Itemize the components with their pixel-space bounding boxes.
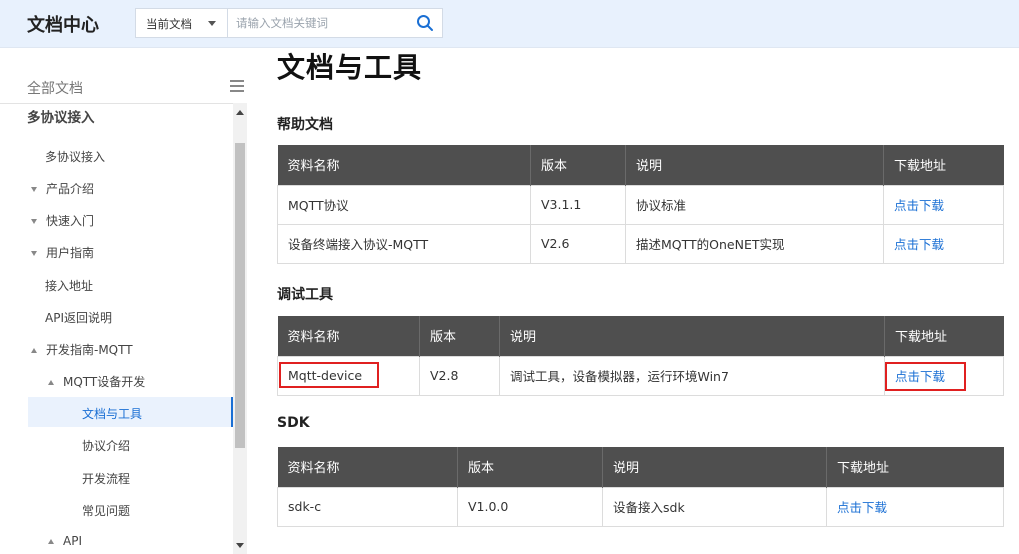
column-header-name: 资料名称 bbox=[277, 145, 531, 185]
cell-version: V3.1.1 bbox=[530, 184, 626, 225]
download-link[interactable]: 点击下载 bbox=[837, 500, 887, 515]
download-link[interactable]: 点击下载 bbox=[895, 369, 945, 384]
sidebar-item-quickstart[interactable]: 快速入门 bbox=[31, 212, 94, 229]
main-content: 文档与工具 帮助文档 资料名称 版本 说明 下载地址 MQTT协议 V3.1.1… bbox=[247, 48, 1019, 554]
chevron-down-icon bbox=[208, 21, 216, 26]
site-logo[interactable]: 文档中心 bbox=[27, 11, 99, 37]
column-header-name: 资料名称 bbox=[277, 316, 420, 356]
sdk-table: 资料名称 版本 说明 下载地址 sdk-c V1.0.0 设备接入sdk 点击下… bbox=[277, 447, 1004, 527]
caret-up-icon bbox=[31, 348, 37, 353]
scroll-up-arrow-icon[interactable] bbox=[236, 110, 244, 115]
cell-desc: 描述MQTT的OneNET实现 bbox=[625, 223, 884, 264]
menu-icon[interactable] bbox=[230, 80, 244, 92]
sidebar: 全部文档 多协议接入 多协议接入 产品介绍 快速入门 用户指南 接入地址 API… bbox=[0, 48, 247, 554]
section-title-sdk: SDK bbox=[277, 415, 310, 431]
search-scope-dropdown[interactable]: 当前文档 bbox=[136, 9, 228, 37]
download-link[interactable]: 点击下载 bbox=[894, 237, 944, 252]
cell-desc: 协议标准 bbox=[625, 184, 884, 225]
table-header-row: 资料名称 版本 说明 下载地址 bbox=[277, 447, 1004, 487]
column-header-desc: 说明 bbox=[499, 316, 885, 356]
sidebar-tree: 多协议接入 多协议接入 产品介绍 快速入门 用户指南 接入地址 API返回说明 … bbox=[0, 103, 233, 554]
sidebar-item-dev-guide-mqtt[interactable]: 开发指南-MQTT bbox=[31, 341, 133, 358]
sidebar-heading[interactable]: 全部文档 bbox=[27, 78, 83, 98]
sidebar-item-user-guide[interactable]: 用户指南 bbox=[31, 244, 94, 261]
sidebar-scrollbar[interactable] bbox=[233, 103, 247, 554]
caret-up-icon bbox=[48, 380, 54, 385]
search-input[interactable] bbox=[236, 9, 406, 37]
debug-tools-table: 资料名称 版本 说明 下载地址 Mqtt-device V2.8 调试工具，设备… bbox=[277, 316, 1004, 396]
cell-name: MQTT协议 bbox=[277, 184, 531, 225]
search-scope-label: 当前文档 bbox=[146, 17, 192, 31]
search-icon[interactable] bbox=[416, 14, 434, 32]
sidebar-item-api[interactable]: API bbox=[48, 534, 82, 548]
search-bar: 当前文档 bbox=[135, 8, 443, 38]
cell-name: sdk-c bbox=[277, 486, 458, 527]
sidebar-item-protocol-intro[interactable]: 协议介绍 bbox=[82, 437, 130, 454]
scrollbar-thumb[interactable] bbox=[235, 143, 245, 448]
column-header-desc: 说明 bbox=[625, 145, 884, 185]
caret-down-icon bbox=[31, 219, 37, 224]
help-docs-table: 资料名称 版本 说明 下载地址 MQTT协议 V3.1.1 协议标准 点击下载 … bbox=[277, 145, 1004, 264]
cell-desc: 调试工具，设备模拟器，运行环境Win7 bbox=[499, 355, 885, 396]
column-header-download: 下载地址 bbox=[884, 316, 1004, 356]
sidebar-item-mqtt-device-dev[interactable]: MQTT设备开发 bbox=[48, 373, 145, 390]
cell-download: 点击下载 bbox=[883, 184, 1004, 225]
sidebar-item-docs-tools[interactable]: 文档与工具 bbox=[82, 405, 142, 422]
column-header-version: 版本 bbox=[530, 145, 626, 185]
column-header-download: 下载地址 bbox=[826, 447, 1004, 487]
cell-version: V2.6 bbox=[530, 223, 626, 264]
top-header: 文档中心 当前文档 bbox=[0, 0, 1019, 48]
sidebar-section-title: 多协议接入 bbox=[27, 110, 95, 126]
caret-down-icon bbox=[31, 251, 37, 256]
download-link[interactable]: 点击下载 bbox=[894, 198, 944, 213]
table-row: MQTT协议 V3.1.1 协议标准 点击下载 bbox=[277, 184, 1004, 225]
cell-download: 点击下载 bbox=[883, 223, 1004, 264]
page-title: 文档与工具 bbox=[277, 51, 423, 84]
sidebar-item-api-return[interactable]: API返回说明 bbox=[45, 309, 112, 326]
sidebar-item-dev-process[interactable]: 开发流程 bbox=[82, 470, 130, 487]
sidebar-item-faq[interactable]: 常见问题 bbox=[82, 502, 130, 519]
caret-up-icon bbox=[48, 539, 54, 544]
table-row: sdk-c V1.0.0 设备接入sdk 点击下载 bbox=[277, 486, 1004, 527]
cell-version: V1.0.0 bbox=[457, 486, 603, 527]
column-header-version: 版本 bbox=[457, 447, 603, 487]
caret-down-icon bbox=[31, 187, 37, 192]
column-header-name: 资料名称 bbox=[277, 447, 458, 487]
section-title-debug-tools: 调试工具 bbox=[277, 287, 333, 303]
column-header-download: 下载地址 bbox=[883, 145, 1004, 185]
scroll-down-arrow-icon[interactable] bbox=[236, 543, 244, 548]
sidebar-item-multi-protocol[interactable]: 多协议接入 bbox=[45, 148, 105, 165]
cell-download: 点击下载 bbox=[884, 355, 1004, 396]
table-header-row: 资料名称 版本 说明 下载地址 bbox=[277, 145, 1004, 185]
cell-name: 设备终端接入协议-MQTT bbox=[277, 223, 531, 264]
cell-desc: 设备接入sdk bbox=[602, 486, 827, 527]
sidebar-item-access-address[interactable]: 接入地址 bbox=[45, 277, 93, 294]
table-row: Mqtt-device V2.8 调试工具，设备模拟器，运行环境Win7 点击下… bbox=[277, 355, 1004, 396]
table-header-row: 资料名称 版本 说明 下载地址 bbox=[277, 316, 1004, 356]
cell-version: V2.8 bbox=[419, 355, 500, 396]
cell-name: Mqtt-device bbox=[277, 355, 420, 396]
sidebar-item-product-intro[interactable]: 产品介绍 bbox=[31, 180, 94, 197]
section-title-help-docs: 帮助文档 bbox=[277, 117, 333, 133]
column-header-desc: 说明 bbox=[602, 447, 827, 487]
table-row: 设备终端接入协议-MQTT V2.6 描述MQTT的OneNET实现 点击下载 bbox=[277, 223, 1004, 264]
cell-download: 点击下载 bbox=[826, 486, 1004, 527]
column-header-version: 版本 bbox=[419, 316, 500, 356]
